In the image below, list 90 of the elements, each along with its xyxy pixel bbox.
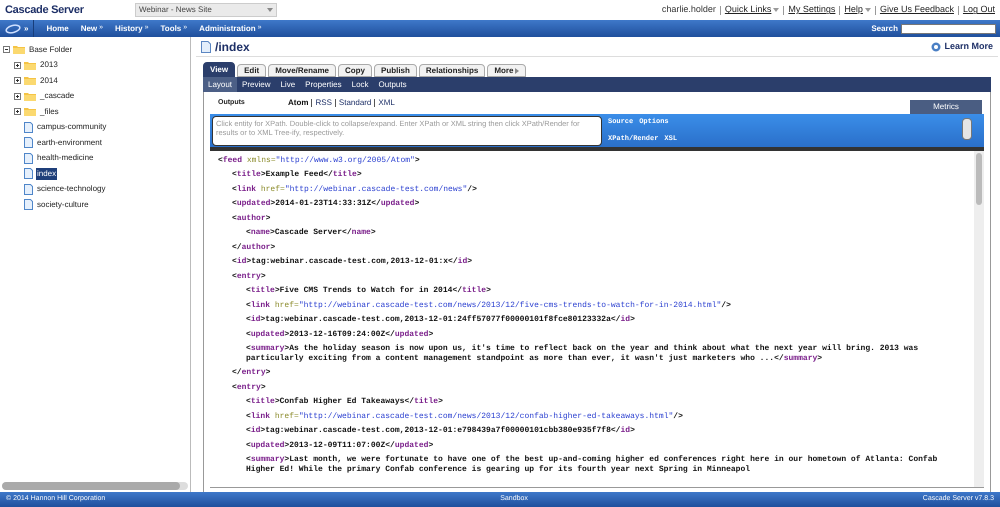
output-link[interactable]: XML bbox=[378, 97, 395, 109]
page-icon bbox=[24, 199, 33, 210]
page-icon bbox=[24, 152, 33, 164]
xml-line: <summary>As the holiday season is now upon us, it's time to reflect back on the year and think about what the next year will bring. 2013 was particularly exciting from a content management standpoint as more than ever, it wasn't just marketers who ...</summary> bbox=[245, 343, 920, 364]
output-link[interactable]: Standard bbox=[338, 97, 372, 109]
expand-icon[interactable] bbox=[14, 62, 21, 69]
dropdown-icon bbox=[864, 8, 871, 12]
dropdown-icon bbox=[773, 8, 780, 12]
subtab[interactable]: Live bbox=[275, 77, 300, 92]
tree-item[interactable]: campus-community bbox=[36, 121, 108, 134]
output-link[interactable]: RSS bbox=[315, 97, 332, 109]
page-icon bbox=[24, 168, 33, 180]
dropdown-icon bbox=[267, 8, 273, 12]
xml-line: <link href="http://webinar.cascade-test.com/news"/> bbox=[231, 184, 478, 196]
header-link[interactable]: Help bbox=[844, 3, 871, 17]
header-link[interactable]: Give Us Feedback bbox=[880, 3, 954, 17]
toggle-handle[interactable] bbox=[962, 118, 972, 140]
tree-item[interactable]: science-technology bbox=[36, 183, 106, 196]
tree-item[interactable]: society-culture bbox=[36, 198, 90, 211]
search-label: Search bbox=[871, 22, 898, 34]
folder-icon bbox=[13, 45, 25, 54]
xml-line: <title>Five CMS Trends to Watch for in 2014</title> bbox=[245, 285, 492, 297]
caret-icon bbox=[515, 68, 520, 74]
xml-line: <link href="http://webinar.cascade-test.com/news/2013/12/five-cms-trends-to-watch-for-in-2014.html"/> bbox=[245, 300, 732, 312]
subtab[interactable]: Preview bbox=[237, 77, 276, 92]
header-link[interactable]: Quick Links bbox=[724, 3, 780, 17]
horizontal-scrollbar[interactable] bbox=[2, 482, 188, 490]
tab[interactable]: Edit bbox=[237, 64, 266, 77]
page-title: /index bbox=[215, 38, 250, 56]
menu-button[interactable]: » bbox=[0, 20, 34, 37]
tree-item[interactable]: 2013 bbox=[39, 59, 59, 72]
folder-icon bbox=[24, 92, 36, 101]
page-icon bbox=[24, 122, 33, 133]
subtab[interactable]: Outputs bbox=[374, 77, 412, 92]
xml-line: <name>Cascade Server</name> bbox=[245, 227, 377, 239]
help-icon bbox=[931, 42, 942, 52]
xml-line: <title>Confab Higher Ed Takeaways</title> bbox=[245, 396, 444, 408]
folder-icon bbox=[24, 76, 36, 86]
metrics-tab[interactable]: Metrics bbox=[910, 100, 982, 114]
expand-icon[interactable] bbox=[14, 77, 21, 84]
expand-icon[interactable] bbox=[14, 92, 21, 100]
user-name: charlie.holder bbox=[662, 3, 716, 16]
tab[interactable]: Move/Rename bbox=[268, 64, 336, 77]
header-link[interactable]: Log Out bbox=[962, 3, 995, 17]
xml-line: <id>tag:webinar.cascade-test.com,2013-12-01:24ff57077f00000101f8fce80123332a</id> bbox=[245, 314, 636, 326]
collapse-icon[interactable] bbox=[3, 46, 10, 54]
xml-line: <feed xmlns="http://www.w3.org/2005/Atom"> bbox=[218, 154, 421, 166]
vertical-scrollbar[interactable] bbox=[974, 151, 984, 487]
search-field[interactable] bbox=[901, 24, 996, 34]
xml-line: <id>tag:webinar.cascade-test.com,2013-12-01:x</id> bbox=[231, 256, 474, 268]
nav-menu[interactable]: Home bbox=[46, 22, 69, 34]
xml-line: <updated>2013-12-16T09:24:00Z</updated> bbox=[245, 328, 434, 340]
tree-item[interactable]: _cascade bbox=[39, 90, 76, 102]
tab[interactable]: Relationships bbox=[418, 64, 486, 77]
logo[interactable]: Cascade Server bbox=[5, 2, 135, 18]
tab[interactable]: View bbox=[203, 62, 236, 77]
xml-line: <entry> bbox=[231, 270, 267, 282]
tab[interactable]: Copy bbox=[338, 64, 372, 77]
xml-line: <id>tag:webinar.cascade-test.com,2013-12-01:e798439a7f00000101cbb380e935f7f8</id> bbox=[245, 425, 636, 437]
site-select[interactable]: Webinar - News Site bbox=[135, 3, 277, 17]
xml-line: <entry> bbox=[231, 382, 267, 394]
xml-line: <link href="http://webinar.cascade-test.com/news/2013/12/confab-higher-ed-takeaways.html"/> bbox=[245, 410, 684, 422]
tree-item[interactable]: _files bbox=[39, 106, 60, 118]
subtab[interactable]: Lock bbox=[346, 77, 374, 92]
tab[interactable]: Publish bbox=[374, 64, 417, 77]
tab[interactable]: More bbox=[487, 64, 526, 77]
output-link[interactable]: Atom bbox=[288, 97, 308, 109]
folder-icon bbox=[24, 60, 36, 70]
tree-item[interactable]: Base Folder bbox=[28, 44, 74, 56]
xml-line: </author> bbox=[231, 242, 276, 254]
xml-line: <author> bbox=[231, 212, 272, 224]
xml-line: <updated>2014-01-23T14:33:31Z</updated> bbox=[231, 198, 420, 210]
subtab[interactable]: Properties bbox=[300, 77, 347, 92]
tree-item[interactable]: 2014 bbox=[39, 74, 59, 87]
swirl-icon bbox=[5, 24, 21, 34]
header-link[interactable]: My Settings bbox=[788, 3, 836, 17]
xml-line: <summary>Last month, we were fortunate to have one of the best up-and-coming higher ed conferences right here in our hometown of Atlanta: Confab Higher Ed! While the primary Confab conference is gearing up for its fourth year next Spring in Minneapol bbox=[245, 454, 938, 476]
xml-line: <updated>2013-12-09T11:07:00Z</updated> bbox=[245, 440, 434, 452]
expand-icon[interactable] bbox=[14, 108, 21, 116]
page-icon bbox=[201, 40, 211, 52]
page-icon bbox=[24, 184, 33, 195]
tree-item[interactable]: index bbox=[36, 168, 58, 180]
xml-line: </entry> bbox=[231, 367, 272, 379]
tree-item[interactable]: earth-environment bbox=[36, 136, 103, 149]
tree-item[interactable]: health-medicine bbox=[36, 152, 94, 164]
page-icon bbox=[24, 137, 33, 148]
xml-line: <title>Example Feed</title> bbox=[231, 169, 363, 181]
learn-more-link[interactable]: Learn More bbox=[931, 40, 993, 54]
subtab[interactable]: Layout bbox=[203, 77, 238, 92]
folder-icon bbox=[24, 107, 36, 116]
